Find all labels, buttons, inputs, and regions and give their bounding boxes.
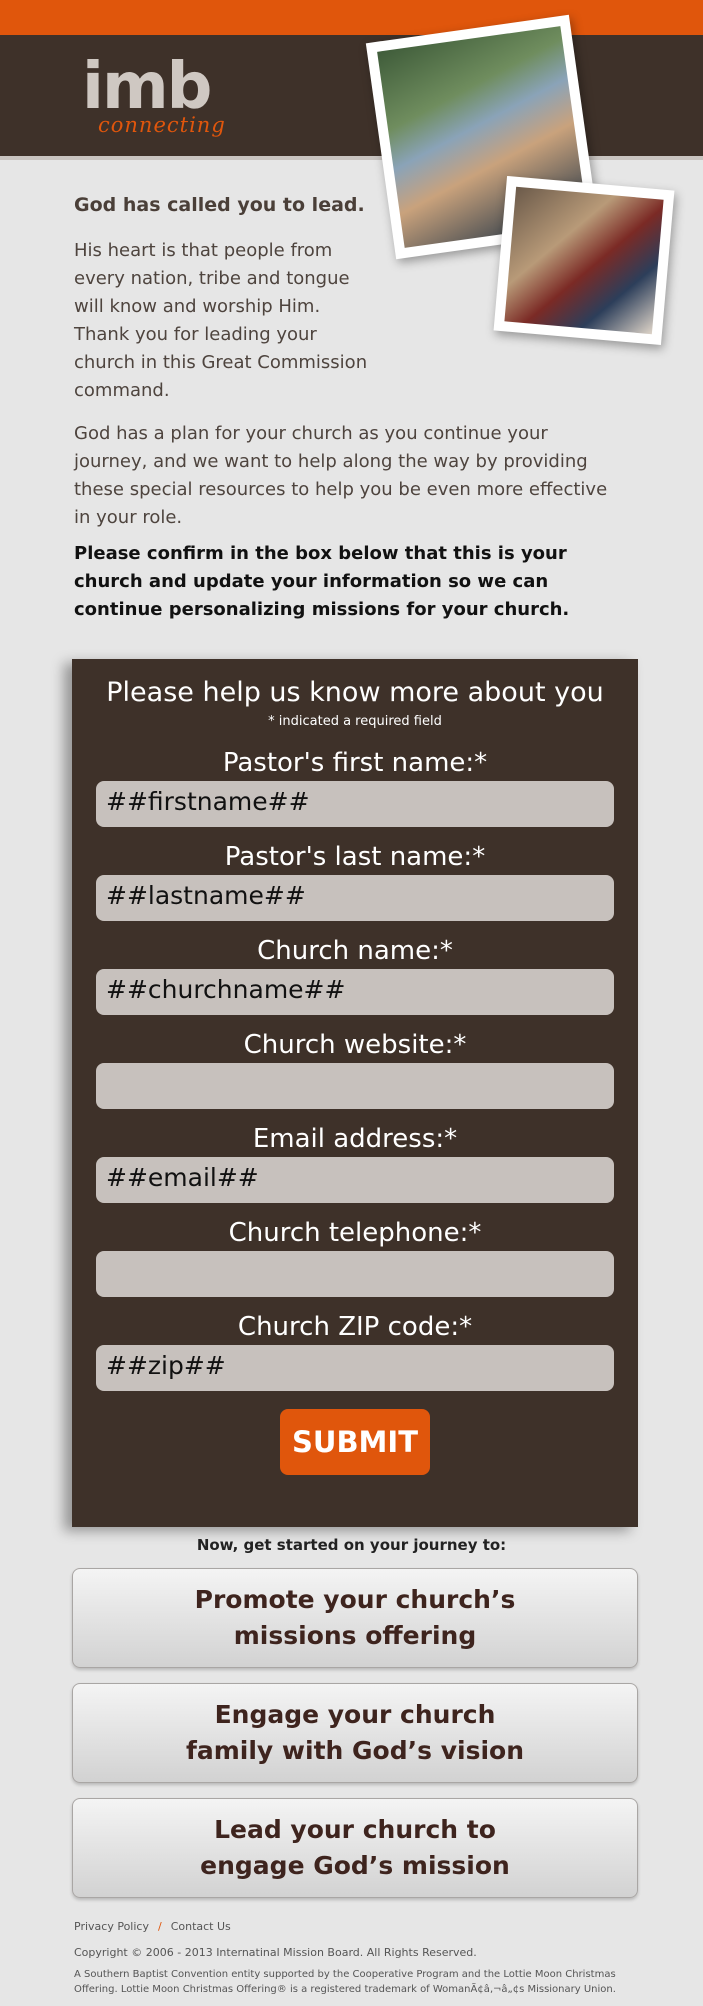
header: imb connecting	[0, 35, 703, 160]
logo-tagline: connecting	[98, 113, 226, 137]
church-website-input[interactable]	[96, 1063, 614, 1109]
first-name-label: Pastor's first name:*	[222, 748, 488, 778]
engage-family-label: Engage your church family with God’s vis…	[185, 1700, 524, 1765]
church-info-form: Please help us know more about you * ind…	[72, 659, 638, 1527]
privacy-policy-link[interactable]: Privacy Policy	[74, 1920, 149, 1933]
first-name-input[interactable]: ##firstname##	[96, 781, 614, 827]
footer-links: Privacy Policy / Contact Us	[74, 1920, 231, 1933]
top-accent-bar	[0, 0, 703, 35]
promote-offering-button[interactable]: Promote your church’s missions offering	[72, 1568, 638, 1668]
plan-paragraph: God has a plan for your church as you co…	[74, 423, 608, 528]
intro-paragraph: His heart is that people from every nati…	[74, 240, 368, 401]
church-website-label: Church website:*	[243, 1030, 467, 1060]
last-name-label: Pastor's last name:*	[224, 842, 486, 872]
intro-section: God has called you to lead. His heart is…	[74, 192, 634, 405]
email-label: Email address:*	[252, 1124, 458, 1154]
imb-logo[interactable]: imb connecting	[82, 50, 225, 137]
engage-family-button[interactable]: Engage your church family with God’s vis…	[72, 1683, 638, 1783]
church-zip-input[interactable]: ##zip##	[96, 1345, 614, 1391]
required-note: * indicated a required field	[268, 714, 442, 729]
form-title: Please help us know more about you	[106, 677, 604, 708]
submit-button[interactable]: SUBMIT	[280, 1409, 430, 1475]
email-input[interactable]: ##email##	[96, 1157, 614, 1203]
confirm-instructions: Please confirm in the box below that thi…	[74, 543, 570, 620]
church-zip-label: Church ZIP code:*	[237, 1312, 473, 1342]
copyright-text: Copyright © 2006 - 2013 Internatinal Mis…	[74, 1946, 477, 1959]
church-telephone-input[interactable]	[96, 1251, 614, 1297]
contact-us-link[interactable]: Contact Us	[171, 1920, 231, 1933]
legal-text: A Southern Baptist Convention entity sup…	[74, 1969, 616, 1995]
journey-heading: Now, get started on your journey to:	[196, 1536, 507, 1554]
footer-separator: /	[157, 1920, 162, 1933]
church-name-input[interactable]: ##churchname##	[96, 969, 614, 1015]
last-name-input[interactable]: ##lastname##	[96, 875, 614, 921]
church-telephone-label: Church telephone:*	[228, 1218, 482, 1248]
lead-church-button[interactable]: Lead your church to engage God’s mission	[72, 1798, 638, 1898]
church-name-label: Church name:*	[257, 936, 453, 966]
promote-offering-label: Promote your church’s missions offering	[194, 1585, 516, 1650]
lead-church-label: Lead your church to engage God’s mission	[200, 1815, 510, 1880]
intro-headline: God has called you to lead.	[74, 194, 365, 216]
logo-wordmark: imb	[82, 50, 212, 124]
